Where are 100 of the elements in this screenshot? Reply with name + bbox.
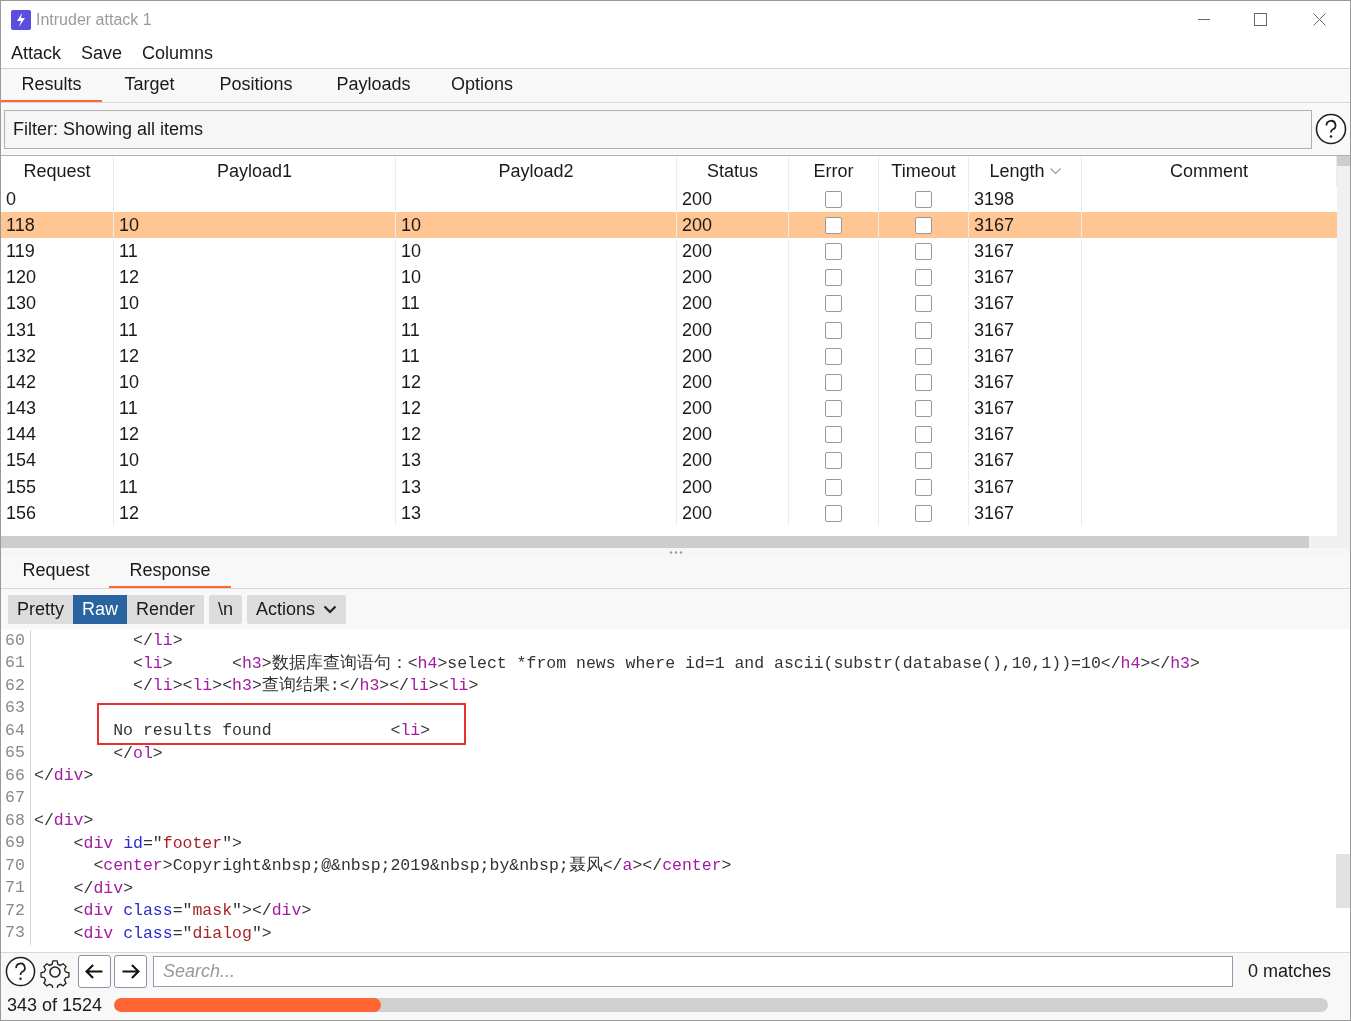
table-cell-text: 11 [119,318,138,342]
tab[interactable]: Payloads [315,68,432,102]
table-cell-text: 3167 [974,344,1015,368]
checkbox[interactable] [915,190,932,208]
drag-handle-icon[interactable] [668,550,683,554]
checkbox[interactable] [825,452,842,470]
checkbox[interactable] [915,295,932,313]
table-cell-text: 3198 [974,187,1015,211]
checkbox[interactable] [825,269,842,287]
line-number: 70 [5,854,25,877]
checkbox[interactable] [825,426,842,444]
lightning-app-icon [11,9,31,30]
code-line: </ol> [112,742,163,765]
checkbox[interactable] [825,190,842,208]
window-title: Intruder attack 1 [36,9,152,30]
table-cell-text: 3167 [974,370,1015,394]
checkbox[interactable] [915,347,932,365]
table-cell-text: 200 [682,449,713,473]
line-number: 62 [5,674,25,697]
line-number: 71 [5,877,25,900]
checkbox[interactable] [825,478,842,496]
table-cell-text: 200 [682,397,713,421]
checkbox[interactable] [915,400,932,418]
help-icon[interactable] [5,956,36,987]
checkbox[interactable] [915,426,932,444]
table-cell-text: 156 [6,501,37,525]
table-cell-text: 131 [6,318,37,342]
table-cell-text: 118 [6,213,35,237]
tab[interactable]: Target [102,68,197,102]
checkbox[interactable] [825,321,842,339]
table-cell-text: 3167 [974,501,1015,525]
line-number: 67 [5,787,25,810]
table-cell-text: 10 [401,266,422,290]
table-cell-text: 10 [119,449,140,473]
minimize-icon[interactable] [1198,18,1210,21]
code-line: </div> [33,765,94,787]
checkbox[interactable] [825,400,842,418]
table-cell-text: 11 [401,344,420,368]
checkbox[interactable] [825,295,842,313]
view-toggle-button[interactable]: Raw [73,594,128,624]
menu-item[interactable]: Columns [142,39,214,67]
table-cell-text: 132 [6,344,37,368]
view-toggle-button[interactable]: Render [127,594,205,624]
table-cell-text: 3167 [974,449,1015,473]
newline-button[interactable]: \n [209,594,243,624]
table-cell-text: 3167 [974,397,1015,421]
code-line: No results found <li> [112,720,431,742]
table-cell-text: 144 [6,423,37,447]
line-number: 73 [5,922,25,945]
table-cell-text: 154 [6,449,37,473]
table-cell-text: 130 [6,292,37,316]
code-line: </div> [33,810,94,832]
line-number: 72 [5,899,25,922]
table-cell-text: 200 [682,292,713,316]
table-cell-text: 119 [6,239,35,263]
checkbox[interactable] [915,373,932,391]
view-toggle-button[interactable]: Pretty [8,594,73,624]
checkbox[interactable] [825,347,842,365]
vertical-scrollbar[interactable] [1336,854,1350,908]
vertical-scrollbar[interactable] [1337,156,1350,166]
tab[interactable]: Options [432,68,532,102]
table-row[interactable]: 118 10 10 200 3167 [1,212,1337,239]
menu-item[interactable]: Attack [11,39,62,67]
horizontal-scrollbar[interactable] [1,536,1309,548]
code-line: <li> <h3>数据库查询语句：<h4>select *from news where id=1 and ascii(substr(database(),10,1))=10</h4></h3> [132,652,1200,675]
checkbox[interactable] [825,504,842,522]
table-cell-text: 3167 [974,475,1015,499]
checkbox[interactable] [915,504,932,522]
actions-button[interactable]: Actions [247,594,347,624]
checkbox[interactable] [825,242,842,260]
checkbox[interactable] [915,269,932,287]
filter-bar[interactable]: Filter: Showing all items [4,109,1312,149]
checkbox[interactable] [915,242,932,260]
help-icon[interactable] [1315,113,1347,145]
table-cell-text: 3167 [974,239,1015,263]
search-field[interactable]: Search... [153,956,1233,987]
table-cell-text: 155 [6,475,37,499]
tab[interactable]: Positions [197,68,315,102]
table-cell-text: 200 [682,266,713,290]
checkbox[interactable] [915,478,932,496]
table-cell-text: 200 [682,370,713,394]
tab[interactable]: Request [3,555,109,588]
progress-text: 343 of 1524 [7,993,103,1017]
maximize-icon[interactable] [1254,13,1267,26]
close-icon[interactable] [1313,13,1326,26]
line-number: 60 [5,629,25,652]
checkbox[interactable] [825,373,842,391]
table-cell-text: 10 [119,370,140,394]
checkbox[interactable] [915,321,932,339]
table-cell-text: 12 [119,423,140,447]
checkbox[interactable] [915,216,932,234]
table-cell-text: 3167 [974,213,1015,237]
code-line: <center>Copyright&nbsp;@&nbsp;2019&nbsp;by&nbsp;聂风</a></center> [92,855,732,877]
checkbox[interactable] [915,452,932,470]
menu-item[interactable]: Save [81,39,123,67]
table-cell-text: 13 [401,475,422,499]
table-cell-text: 200 [682,187,713,211]
table-cell-text: 200 [682,501,713,525]
checkbox[interactable] [825,216,842,234]
table-cell-text: 11 [119,475,138,499]
